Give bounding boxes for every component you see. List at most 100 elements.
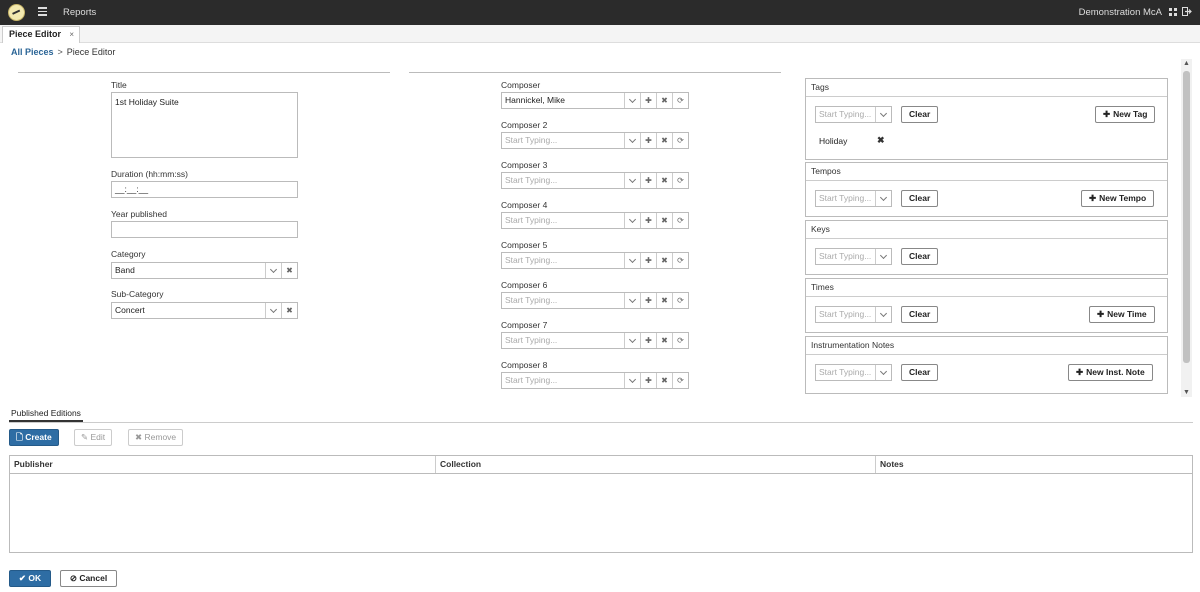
tempos-clear-button[interactable]: Clear [901,190,939,207]
refresh-icon[interactable]: ⟳ [672,253,688,268]
add-icon[interactable]: ✚ [640,373,656,388]
panel-scrollbar[interactable]: ▲ ▼ [1181,59,1192,397]
logout-icon[interactable] [1182,7,1192,16]
clear-icon[interactable]: ✖ [656,253,672,268]
remove-edition-button[interactable]: ✖ Remove [128,429,184,446]
add-icon[interactable]: ✚ [640,293,656,308]
chevron-down-icon[interactable] [265,303,281,318]
add-icon[interactable]: ✚ [640,333,656,348]
tab-close-icon[interactable]: × [69,27,74,42]
chevron-down-icon[interactable] [624,293,640,308]
new-inst-note-label: New Inst. Note [1086,367,1145,377]
clear-icon[interactable]: ✖ [281,263,297,278]
add-icon[interactable]: ✚ [640,173,656,188]
tags-select[interactable]: Start Typing... [815,106,892,123]
refresh-icon[interactable]: ⟳ [672,373,688,388]
composer-select[interactable]: Start Typing... ✚ ✖ ⟳ [501,132,689,149]
chevron-down-icon[interactable] [875,249,891,264]
clear-icon[interactable]: ✖ [656,373,672,388]
clear-icon[interactable]: ✖ [656,93,672,108]
chevron-down-icon[interactable] [875,107,891,122]
subcategory-select[interactable]: Concert ✖ [111,302,298,319]
add-icon[interactable]: ✚ [640,253,656,268]
composer-select[interactable]: Start Typing... ✚ ✖ ⟳ [501,372,689,389]
clear-icon[interactable]: ✖ [656,333,672,348]
tab-piece-editor[interactable]: Piece Editor × [2,26,81,43]
refresh-icon[interactable]: ⟳ [672,213,688,228]
tempos-select[interactable]: Start Typing... [815,190,892,207]
add-icon[interactable]: ✚ [640,93,656,108]
new-time-button[interactable]: ✚ New Time [1089,306,1155,323]
scrollbar-thumb[interactable] [1183,71,1190,363]
remove-tag-icon[interactable]: ✖ [877,135,885,146]
refresh-icon[interactable]: ⟳ [672,93,688,108]
year-published-input[interactable] [111,221,298,238]
new-inst-note-button[interactable]: ✚ New Inst. Note [1068,364,1153,381]
scroll-up-icon[interactable]: ▲ [1183,60,1190,67]
clear-icon[interactable]: ✖ [656,213,672,228]
table-header: Publisher Collection Notes [10,456,1192,474]
refresh-icon[interactable]: ⟳ [672,173,688,188]
duration-input[interactable]: __:__:__ [111,181,298,198]
column-header-notes[interactable]: Notes [876,456,1192,473]
chevron-down-icon[interactable] [875,191,891,206]
composer-value: Start Typing... [505,175,558,185]
chevron-down-icon[interactable] [624,173,640,188]
tags-clear-button[interactable]: Clear [901,106,939,123]
breadcrumb-all-pieces[interactable]: All Pieces [11,47,54,57]
clear-icon[interactable]: ✖ [656,293,672,308]
composer-select[interactable]: Hannickel, Mike ✚ ✖ ⟳ [501,92,689,109]
chevron-down-icon[interactable] [624,253,640,268]
composer-select[interactable]: Start Typing... ✚ ✖ ⟳ [501,292,689,309]
chevron-down-icon[interactable] [624,373,640,388]
tab-published-editions[interactable]: Published Editions [9,408,83,422]
composer-label: Composer 7 [501,320,548,330]
hamburger-menu-icon[interactable] [38,7,47,16]
add-icon[interactable]: ✚ [640,133,656,148]
composer-select[interactable]: Start Typing... ✚ ✖ ⟳ [501,172,689,189]
chevron-down-icon[interactable] [265,263,281,278]
scroll-down-icon[interactable]: ▼ [1183,389,1190,396]
times-clear-button[interactable]: Clear [901,306,939,323]
refresh-icon[interactable]: ⟳ [672,293,688,308]
keys-placeholder: Start Typing... [819,251,872,261]
keys-clear-button[interactable]: Clear [901,248,939,265]
composer-select[interactable]: Start Typing... ✚ ✖ ⟳ [501,332,689,349]
composer-select[interactable]: Start Typing... ✚ ✖ ⟳ [501,252,689,269]
column-header-publisher[interactable]: Publisher [10,456,436,473]
instrumentation-select[interactable]: Start Typing... [815,364,892,381]
chevron-down-icon[interactable] [624,133,640,148]
add-icon[interactable]: ✚ [640,213,656,228]
edit-edition-button[interactable]: ✎ Edit [74,429,113,446]
keys-select[interactable]: Start Typing... [815,248,892,265]
chevron-down-icon[interactable] [875,365,891,380]
section-divider [9,422,1193,423]
new-tag-button[interactable]: ✚ New Tag [1095,106,1156,123]
instrumentation-panel-title: Instrumentation Notes [806,337,1167,355]
clear-icon[interactable]: ✖ [656,133,672,148]
user-name[interactable]: Demonstration McA [1079,7,1162,18]
ok-button[interactable]: ✔ OK [9,570,51,587]
category-select[interactable]: Band ✖ [111,262,298,279]
instrumentation-clear-button[interactable]: Clear [901,364,939,381]
clear-icon[interactable]: ✖ [656,173,672,188]
app-logo[interactable] [8,4,25,21]
clear-icon[interactable]: ✖ [281,303,297,318]
refresh-icon[interactable]: ⟳ [672,333,688,348]
composer-value: Start Typing... [505,215,558,225]
column-header-collection[interactable]: Collection [436,456,876,473]
title-textarea[interactable]: 1st Holiday Suite [111,92,298,158]
chevron-down-icon[interactable] [875,307,891,322]
refresh-icon[interactable]: ⟳ [672,133,688,148]
times-select[interactable]: Start Typing... [815,306,892,323]
new-tempo-button[interactable]: ✚ New Tempo [1081,190,1155,207]
chevron-down-icon[interactable] [624,93,640,108]
nav-reports-link[interactable]: Reports [63,7,96,18]
keys-panel: Keys Start Typing... Clear [805,220,1168,275]
apps-grid-icon[interactable] [1169,8,1177,16]
chevron-down-icon[interactable] [624,333,640,348]
composer-select[interactable]: Start Typing... ✚ ✖ ⟳ [501,212,689,229]
cancel-button[interactable]: ⊘ Cancel [60,570,117,587]
create-edition-button[interactable]: 🗋 Create [9,429,59,446]
chevron-down-icon[interactable] [624,213,640,228]
